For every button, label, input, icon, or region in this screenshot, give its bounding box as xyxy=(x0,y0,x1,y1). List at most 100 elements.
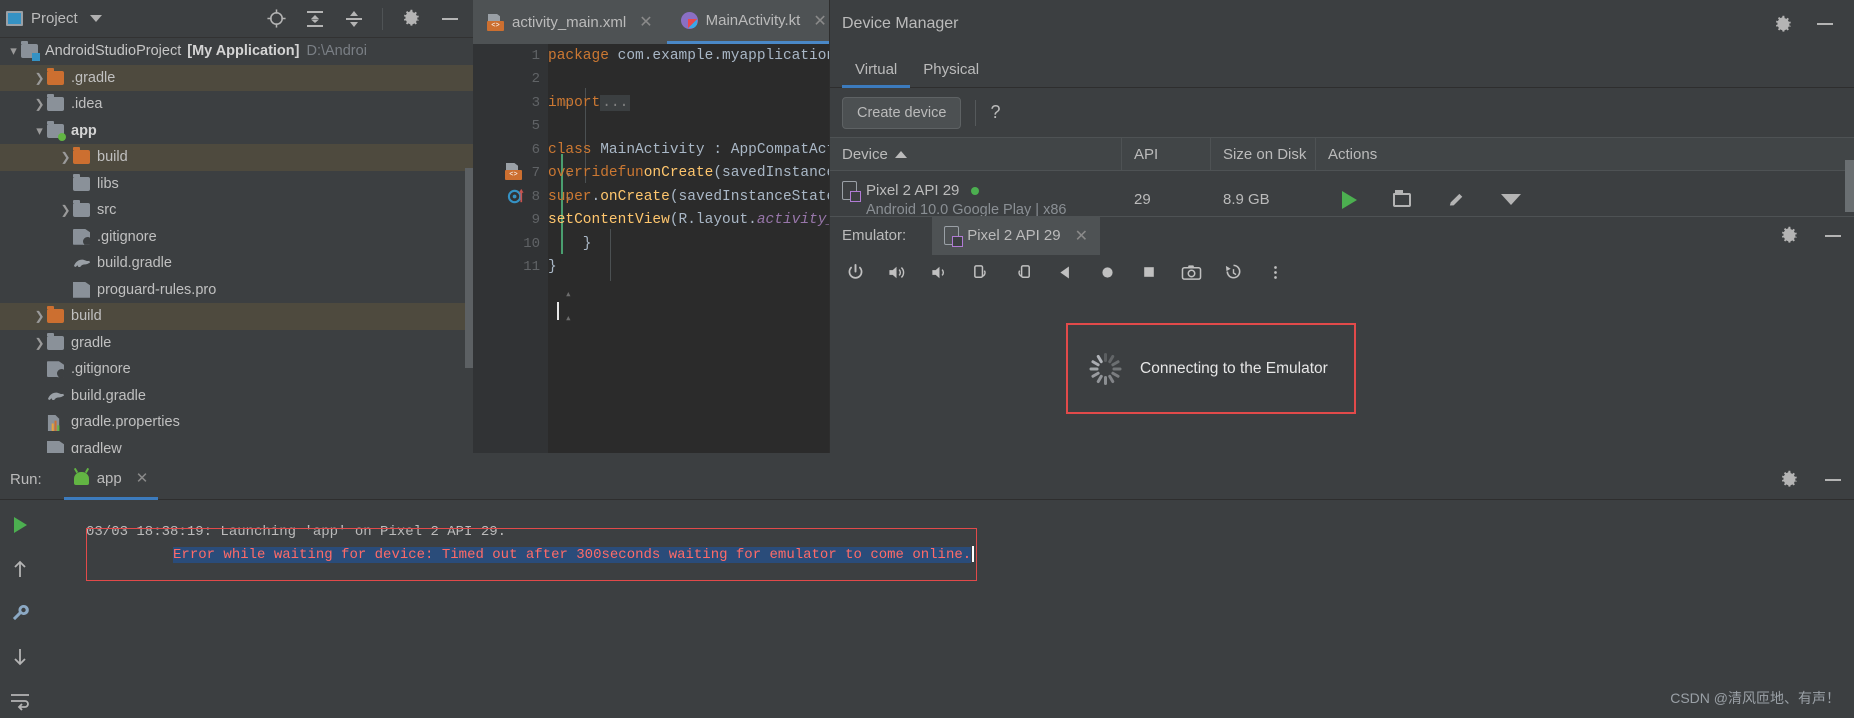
run-tab-app[interactable]: app ✕ xyxy=(63,460,159,500)
chevron-down-icon[interactable]: ▾ xyxy=(32,123,47,139)
emulator-header-tools xyxy=(1778,225,1854,247)
chevron-right-icon[interactable]: ❯ xyxy=(58,203,73,217)
folder-icon xyxy=(73,173,90,191)
tree-row-proguard-rules-pro[interactable]: proguard-rules.pro xyxy=(0,277,473,304)
device-size-cell: 8.9 GB xyxy=(1223,191,1270,208)
gitignore-file-icon xyxy=(47,361,64,378)
column-header-actions[interactable]: Actions xyxy=(1316,137,1646,171)
fold-end-icon-outer[interactable]: ▴ xyxy=(565,311,572,325)
folder-icon xyxy=(47,332,64,350)
gear-icon[interactable] xyxy=(400,8,422,30)
emulator-device-tab[interactable]: Pixel 2 API 29 ✕ xyxy=(932,216,1101,255)
folder-icon[interactable] xyxy=(1393,189,1411,207)
up-arrow-icon[interactable] xyxy=(7,556,33,582)
close-icon[interactable]: ✕ xyxy=(639,12,652,32)
gear-icon[interactable] xyxy=(1778,469,1800,491)
play-icon[interactable] xyxy=(1342,190,1357,209)
column-header-api[interactable]: API xyxy=(1122,137,1211,171)
back-icon[interactable] xyxy=(1054,261,1076,283)
column-header-size-on-disk[interactable]: Size on Disk xyxy=(1211,137,1316,171)
column-label: API xyxy=(1134,145,1159,163)
pencil-icon[interactable] xyxy=(1447,191,1465,209)
tab-activity-main-xml[interactable]: <> activity_main.xml ✕ xyxy=(473,0,667,44)
project-title-dropdown[interactable]: Project xyxy=(6,10,102,27)
column-header-device[interactable]: Device xyxy=(830,137,1122,171)
run-tab-label: app xyxy=(96,469,122,487)
close-icon[interactable]: ✕ xyxy=(136,469,149,487)
chevron-down-icon[interactable] xyxy=(89,15,102,22)
chevron-down-icon[interactable]: ▾ xyxy=(6,43,21,59)
project-root-name: AndroidStudioProject xyxy=(45,43,182,60)
overview-icon[interactable] xyxy=(1138,261,1160,283)
create-device-button[interactable]: Create device xyxy=(842,96,962,129)
module-folder-icon xyxy=(21,41,40,62)
locate-icon[interactable] xyxy=(265,8,287,30)
rotate-right-icon[interactable] xyxy=(1012,261,1034,283)
minimize-icon[interactable] xyxy=(439,8,461,30)
down-arrow-icon[interactable] xyxy=(7,644,33,670)
gutter-line-number: 1 xyxy=(531,47,540,64)
gear-icon[interactable] xyxy=(1772,13,1794,35)
gutter-line-number: 10 xyxy=(523,235,540,252)
chevron-right-icon[interactable]: ❯ xyxy=(32,336,47,350)
rotate-left-icon[interactable] xyxy=(970,261,992,283)
home-icon[interactable] xyxy=(1096,261,1118,283)
sort-ascending-icon xyxy=(894,150,907,158)
collapse-all-icon[interactable] xyxy=(343,8,365,30)
tree-row-build-gradle[interactable]: build.gradle xyxy=(0,383,473,410)
run-console-output[interactable]: 03/03 18:38:19: Launching 'app' on Pixel… xyxy=(40,500,1854,718)
wrench-icon[interactable] xyxy=(7,600,33,626)
wrap-text-icon[interactable] xyxy=(7,688,33,714)
volume-down-icon[interactable] xyxy=(928,261,950,283)
gear-icon[interactable] xyxy=(1778,225,1800,247)
tree-row-gradle-properties[interactable]: gradle.properties xyxy=(0,409,473,436)
tree-row-label: libs xyxy=(97,175,119,192)
chevron-down-icon[interactable] xyxy=(1501,194,1521,205)
project-tree-vertical-scrollbar[interactable] xyxy=(465,168,473,368)
emulator-label: Emulator: xyxy=(842,227,907,244)
gutter-line-number: 5 xyxy=(531,118,540,135)
tree-row-gradle[interactable]: ❯ gradle xyxy=(0,330,473,357)
layout-preview-gutter-icon[interactable]: <> xyxy=(505,163,522,185)
tree-row-build[interactable]: ❯ build xyxy=(0,303,473,330)
tree-row-build-gradle[interactable]: build.gradle xyxy=(0,250,473,277)
minimize-icon[interactable] xyxy=(1822,469,1844,491)
minimize-icon[interactable] xyxy=(1814,13,1836,35)
tree-row--gradle[interactable]: ❯ .gradle xyxy=(0,64,473,91)
tab-physical[interactable]: Physical xyxy=(910,61,992,87)
chevron-right-icon[interactable]: ❯ xyxy=(32,97,47,111)
screenshot-icon[interactable] xyxy=(1180,261,1202,283)
tree-row-libs[interactable]: libs xyxy=(0,171,473,198)
tab-virtual[interactable]: Virtual xyxy=(842,61,911,88)
tree-row-root[interactable]: ▾ AndroidStudioProject [My Application] … xyxy=(0,38,473,65)
xml-file-icon: <> xyxy=(487,13,504,31)
tree-row--idea[interactable]: ❯ .idea xyxy=(0,91,473,118)
tree-row-app[interactable]: ▾ app xyxy=(0,118,473,145)
history-icon[interactable] xyxy=(1222,261,1244,283)
folder-icon xyxy=(47,67,64,85)
chevron-right-icon[interactable]: ❯ xyxy=(58,150,73,164)
power-icon[interactable] xyxy=(844,261,866,283)
emulator-display-area[interactable]: Connecting to the Emulator xyxy=(830,290,1854,453)
volume-up-icon[interactable] xyxy=(886,261,908,283)
create-device-label: Create device xyxy=(857,104,947,121)
chevron-right-icon[interactable]: ❯ xyxy=(32,71,47,85)
run-test-gutter-icon[interactable] xyxy=(507,187,526,211)
tab-mainactivity-kt[interactable]: MainActivity.kt ✕ xyxy=(666,0,841,44)
tree-row-build[interactable]: ❯ build xyxy=(0,144,473,171)
tree-row-src[interactable]: ❯ src xyxy=(0,197,473,224)
tree-row--gitignore[interactable]: .gitignore xyxy=(0,224,473,251)
chevron-right-icon[interactable]: ❯ xyxy=(32,309,47,323)
fold-end-icon[interactable]: ▴ xyxy=(565,287,572,301)
tree-row--gitignore[interactable]: .gitignore xyxy=(0,356,473,383)
run-icon[interactable] xyxy=(7,512,33,538)
device-table-vertical-scrollbar[interactable] xyxy=(1845,160,1854,212)
help-icon[interactable]: ? xyxy=(990,102,1000,123)
more-icon[interactable] xyxy=(1264,261,1286,283)
minimize-icon[interactable] xyxy=(1822,225,1844,247)
device-api-cell: 29 xyxy=(1134,191,1151,208)
close-icon[interactable]: ✕ xyxy=(813,11,826,31)
close-icon[interactable]: ✕ xyxy=(1075,226,1088,246)
expand-all-icon[interactable] xyxy=(304,8,326,30)
tab-label: Virtual xyxy=(855,61,898,78)
